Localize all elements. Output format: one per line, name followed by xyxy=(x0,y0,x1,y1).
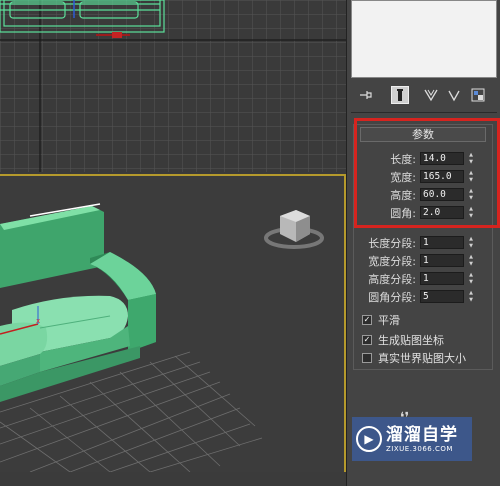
make-unique-icon[interactable] xyxy=(445,86,463,104)
perspective-viewport[interactable]: x xyxy=(0,174,346,472)
fillet-segs-row: 圆角分段: 5 ▲ ▼ xyxy=(354,289,475,304)
command-panel: 参数 长度: 14.0 ▲ ▼ 宽度: 165.0 ▲ ▼ 高度: 60.0 ▲ ▼ … xyxy=(346,0,500,486)
gen-map-checkbox[interactable]: ✓ xyxy=(362,335,372,345)
height-segs-row: 高度分段: 1 ▲ ▼ xyxy=(354,271,475,286)
red-highlight-annotation xyxy=(354,118,500,228)
watermark-main-text: 溜溜自学 xyxy=(386,424,458,445)
smooth-checkbox[interactable]: ✓ xyxy=(362,315,372,325)
perspective-scene: x xyxy=(0,176,344,472)
svg-text:x: x xyxy=(36,317,40,325)
watermark-logo: ▶ 溜溜自学 ZIXUE.3066.COM xyxy=(352,417,472,461)
fillet-segs-input[interactable]: 5 xyxy=(420,290,464,303)
real-world-checkbox-row[interactable]: 真实世界贴图大小 xyxy=(362,351,466,365)
length-segs-input[interactable]: 1 xyxy=(420,236,464,249)
play-icon: ▶ xyxy=(356,426,382,452)
modifier-stack-icon[interactable] xyxy=(391,86,409,104)
length-segs-label: 长度分段: xyxy=(368,236,416,250)
smooth-label: 平滑 xyxy=(378,314,400,327)
height-segs-spinner[interactable]: ▲ ▼ xyxy=(467,272,475,285)
width-segs-row: 宽度分段: 1 ▲ ▼ xyxy=(354,253,475,268)
configure-modifier-sets-icon[interactable] xyxy=(469,86,487,104)
top-viewport[interactable] xyxy=(0,0,346,172)
height-segs-label: 高度分段: xyxy=(368,272,416,286)
divider xyxy=(351,112,497,113)
watermark-sub-text: ZIXUE.3066.COM xyxy=(386,444,453,453)
length-segs-spinner[interactable]: ▲ ▼ xyxy=(467,236,475,249)
fillet-segs-label: 圆角分段: xyxy=(368,290,416,304)
modifier-stack-list[interactable] xyxy=(351,0,497,78)
pin-icon[interactable] xyxy=(357,86,375,104)
width-segs-label: 宽度分段: xyxy=(368,254,416,268)
width-segs-spinner[interactable]: ▲ ▼ xyxy=(467,254,475,267)
fillet-segs-spinner[interactable]: ▲ ▼ xyxy=(467,290,475,303)
show-end-result-icon[interactable] xyxy=(423,86,441,104)
real-world-label: 真实世界贴图大小 xyxy=(378,352,466,365)
viewport-area[interactable]: x 75 80 85 90 95 100 xyxy=(0,0,346,472)
real-world-checkbox[interactable] xyxy=(362,353,372,363)
top-viewport-grid xyxy=(0,0,346,172)
height-segs-input[interactable]: 1 xyxy=(420,272,464,285)
length-segs-row: 长度分段: 1 ▲ ▼ xyxy=(354,235,475,250)
modifier-stack-toolbar xyxy=(351,84,497,106)
smooth-checkbox-row[interactable]: ✓ 平滑 xyxy=(362,313,400,327)
gen-map-checkbox-row[interactable]: ✓ 生成贴图坐标 xyxy=(362,333,444,347)
width-segs-input[interactable]: 1 xyxy=(420,254,464,267)
gen-map-label: 生成贴图坐标 xyxy=(378,334,444,347)
